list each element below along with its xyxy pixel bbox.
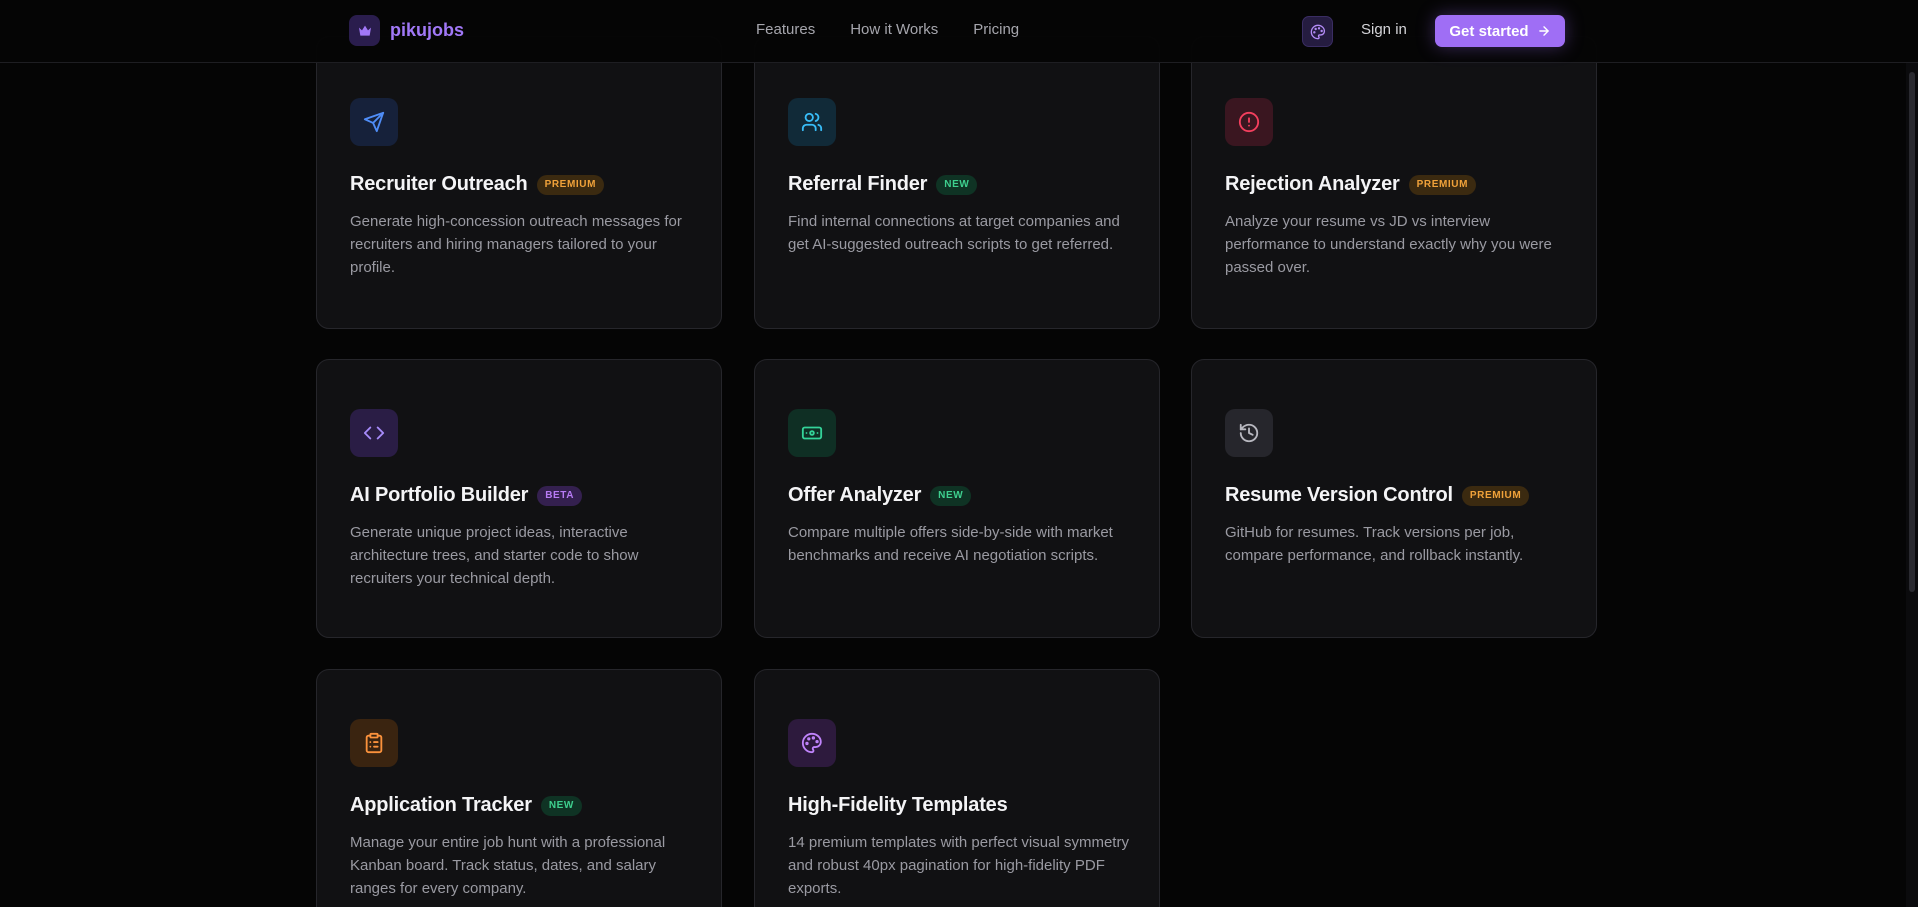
card-description: GitHub for resumes. Track versions per j…: [1225, 524, 1524, 564]
card-title: Resume Version Control: [1225, 484, 1453, 506]
get-started-button[interactable]: Get started: [1435, 15, 1565, 47]
code-icon: [350, 409, 398, 457]
premium-badge: PREMIUM: [536, 174, 604, 195]
card-title: Application Tracker: [350, 794, 532, 816]
premium-badge: PREMIUM: [1461, 485, 1530, 506]
sign-in-link[interactable]: Sign in: [1361, 21, 1407, 38]
card-description: Generate high-concession outreach messag…: [350, 213, 682, 276]
history-icon: [1225, 409, 1273, 457]
card-description: Generate unique project ideas, interacti…: [350, 524, 639, 587]
new-badge: NEW: [936, 174, 978, 195]
card-title: Offer Analyzer: [788, 484, 922, 506]
card-title: Referral Finder: [788, 173, 928, 195]
clipboard-list-icon: [350, 719, 398, 767]
card-title: High-Fidelity Templates: [788, 794, 1008, 816]
crown-icon: [349, 15, 380, 46]
theme-toggle-button[interactable]: [1302, 16, 1333, 47]
palette-icon: [788, 719, 836, 767]
feature-card-application-tracker[interactable]: Application Tracker NEW Manage your enti…: [316, 669, 722, 907]
get-started-label: Get started: [1449, 22, 1529, 40]
banknote-icon: [788, 409, 836, 457]
card-title: Rejection Analyzer: [1225, 173, 1400, 195]
feature-card-rejection-analyzer[interactable]: Rejection Analyzer PREMIUM Analyze your …: [1191, 36, 1597, 329]
card-description: Compare multiple offers side-by-side wit…: [788, 524, 1113, 564]
card-title: Recruiter Outreach: [350, 173, 528, 195]
feature-card-resume-version-control[interactable]: Resume Version Control PREMIUM GitHub fo…: [1191, 359, 1597, 638]
page-scrollbar[interactable]: [1906, 0, 1918, 907]
nav-links: Features How it Works Pricing: [756, 21, 1054, 38]
feature-card-offer-analyzer[interactable]: Offer Analyzer NEW Compare multiple offe…: [754, 359, 1160, 638]
feature-card-ai-portfolio-builder[interactable]: AI Portfolio Builder BETA Generate uniqu…: [316, 359, 722, 638]
send-icon: [350, 98, 398, 146]
scrollbar-thumb[interactable]: [1909, 72, 1915, 592]
card-description: Analyze your resume vs JD vs interview p…: [1225, 213, 1552, 276]
palette-icon: [1310, 24, 1326, 40]
nav-link-features[interactable]: Features: [756, 21, 815, 38]
new-badge: NEW: [930, 485, 972, 506]
card-description: Find internal connections at target comp…: [788, 213, 1120, 253]
users-icon: [788, 98, 836, 146]
brand-link[interactable]: pikujobs: [349, 15, 464, 46]
feature-card-high-fidelity-templates[interactable]: High-Fidelity Templates 14 premium templ…: [754, 669, 1160, 907]
new-badge: NEW: [540, 795, 582, 816]
brand-name: pikujobs: [390, 20, 465, 40]
beta-badge: BETA: [537, 485, 583, 506]
card-description: 14 premium templates with perfect visual…: [788, 834, 1129, 897]
card-description: Manage your entire job hunt with a profe…: [350, 834, 666, 897]
top-navbar: pikujobs Features How it Works Pricing S…: [0, 0, 1918, 63]
feature-card-recruiter-outreach[interactable]: Recruiter Outreach PREMIUM Generate high…: [316, 36, 722, 329]
premium-badge: PREMIUM: [1408, 174, 1477, 195]
alert-circle-icon: [1225, 98, 1273, 146]
arrow-right-icon: [1537, 24, 1551, 38]
feature-card-referral-finder[interactable]: Referral Finder NEW Find internal connec…: [754, 36, 1160, 329]
nav-link-pricing[interactable]: Pricing: [973, 21, 1019, 38]
nav-link-how-it-works[interactable]: How it Works: [850, 21, 938, 38]
card-title: AI Portfolio Builder: [350, 484, 529, 506]
landing-page: Recruiter Outreach PREMIUM Generate high…: [0, 0, 1918, 907]
